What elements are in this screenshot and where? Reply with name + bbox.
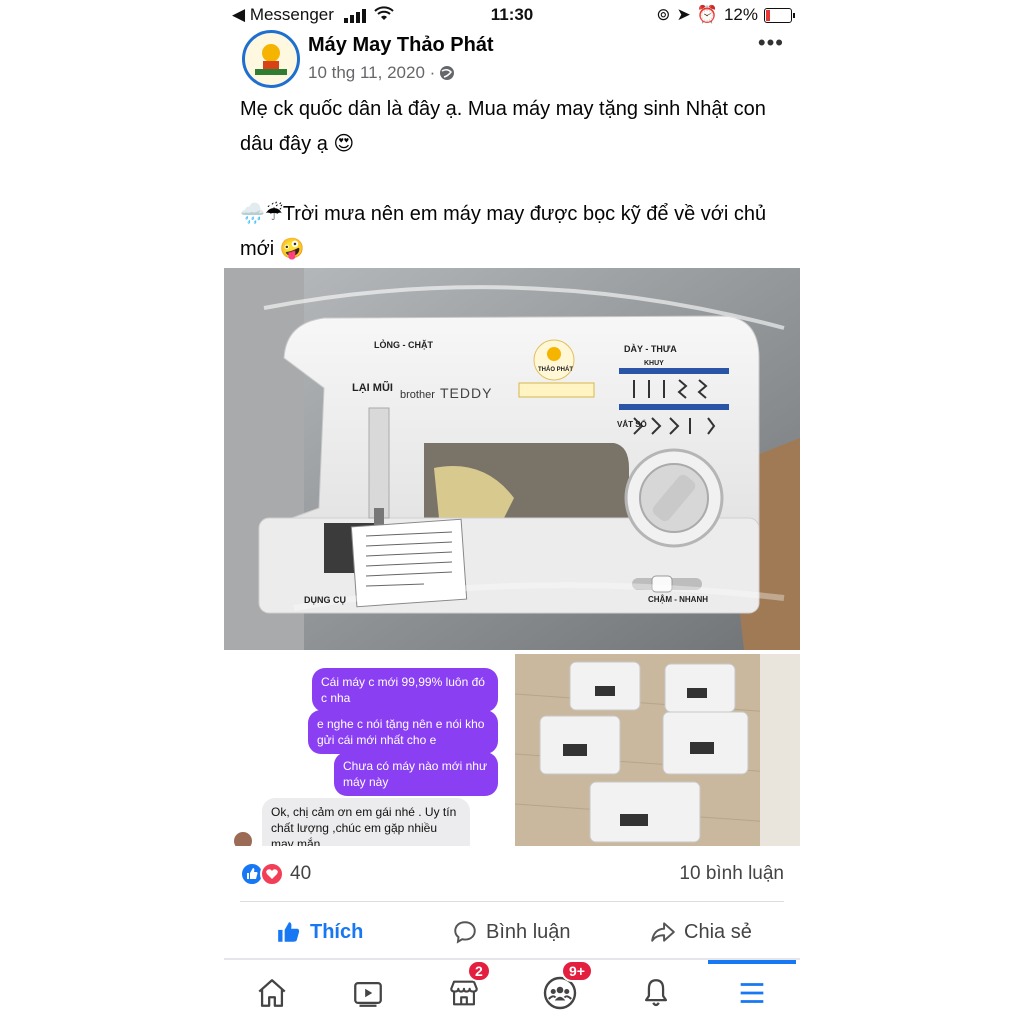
reaction-count: 40 [290,863,312,884]
chat-message-3: Chưa có máy nào mới như máy này [334,752,498,796]
comment-count[interactable]: 10 bình luận [679,863,784,885]
bell-icon [644,979,668,1007]
video-icon [354,981,382,1007]
label-stitch-length: DÀY - THƯA [624,344,677,354]
label-buttonhole: KHUY [644,360,664,367]
comment-label: Bình luận [486,920,571,943]
label-reverse: LẠI MŨI [352,382,393,394]
label-model: TEDDY [440,385,493,401]
love-reaction-icon [260,862,284,886]
tab-notifications[interactable] [631,968,681,1018]
like-button[interactable]: Thích [276,912,363,952]
like-icon [278,922,300,942]
share-label: Chia sẻ [684,920,752,943]
globe-icon [440,66,455,80]
lock-rotation-icon: ⊚ [656,5,671,24]
post-photo-sewing-machine[interactable]: LỎNG - CHẶT LẠI MŨI brother TEDDY THẢO P… [224,268,800,650]
page-name[interactable]: Máy May Thảo Phát [308,34,494,57]
chat-message-2: e nghe c nói tặng nên e nói kho gửi cái … [308,710,498,754]
like-label: Thích [310,920,364,943]
divider [240,901,784,902]
post-text: Mẹ ck quốc dân là đây ạ. Mua máy may tặn… [240,92,780,267]
status-bar: ◀ Messenger 11:30 ⊚ ➤ ⏰ 12% [224,0,800,30]
reaction-summary[interactable]: 40 10 bình luận [240,858,784,890]
post-actions: Thích Bình luận Chia sẻ [224,912,800,952]
tab-home[interactable] [247,968,297,1018]
label-logo: THẢO PHÁT [538,367,573,373]
label-speed: CHẬM - NHANH [648,595,708,604]
battery-icon [764,7,795,23]
marketplace-badge: 2 [467,960,491,982]
post-photo-chat-screenshot[interactable]: Cái máy c mới 99,99% luôn đó c nha e ngh… [224,654,511,846]
post-photo-machines-grid[interactable] [515,654,800,846]
location-icon: ➤ [676,5,691,24]
chat-avatar [234,832,252,846]
label-tools: DỤNG CỤ [304,595,346,605]
menu-icon [740,983,764,1003]
post-meta: 10 thg 11, 2020 · [308,63,455,83]
share-button[interactable]: Chia sẻ [650,912,752,952]
label-overlock: VẮT SỔ [617,420,647,429]
post-paragraph-2: 🌧️☔Trời mưa nên em máy may được bọc kỹ đ… [240,203,767,260]
page-avatar[interactable] [242,30,300,88]
alarm-icon: ⏰ [696,5,718,24]
battery-percent: 12% [723,5,758,24]
more-icon[interactable]: ••• [758,30,784,56]
post-date[interactable]: 10 thg 11, 2020 · [308,63,435,83]
chat-message-4: Ok, chị cảm ơn em gái nhé . Uy tín chất … [262,798,470,846]
tab-video[interactable] [343,968,393,1018]
home-icon [258,979,286,1007]
tab-menu[interactable] [727,968,777,1018]
post-paragraph-1: Mẹ ck quốc dân là đây ạ. Mua máy may tặn… [240,98,766,155]
chat-message-1: Cái máy c mới 99,99% luôn đó c nha [312,668,498,712]
tab-marketplace[interactable]: 2 [439,960,491,1018]
comment-button[interactable]: Bình luận [452,912,571,952]
share-icon [651,922,675,942]
tabbar-active-indicator [708,960,796,964]
comment-icon [454,921,476,944]
label-brand: brother [400,389,435,401]
groups-badge: 9+ [561,960,593,982]
label-tension: LỎNG - CHẶT [374,340,433,350]
facebook-post-screen: ◀ Messenger 11:30 ⊚ ➤ ⏰ 12% Máy May Thảo… [224,0,800,1024]
tab-groups[interactable]: 9+ [535,960,593,1018]
